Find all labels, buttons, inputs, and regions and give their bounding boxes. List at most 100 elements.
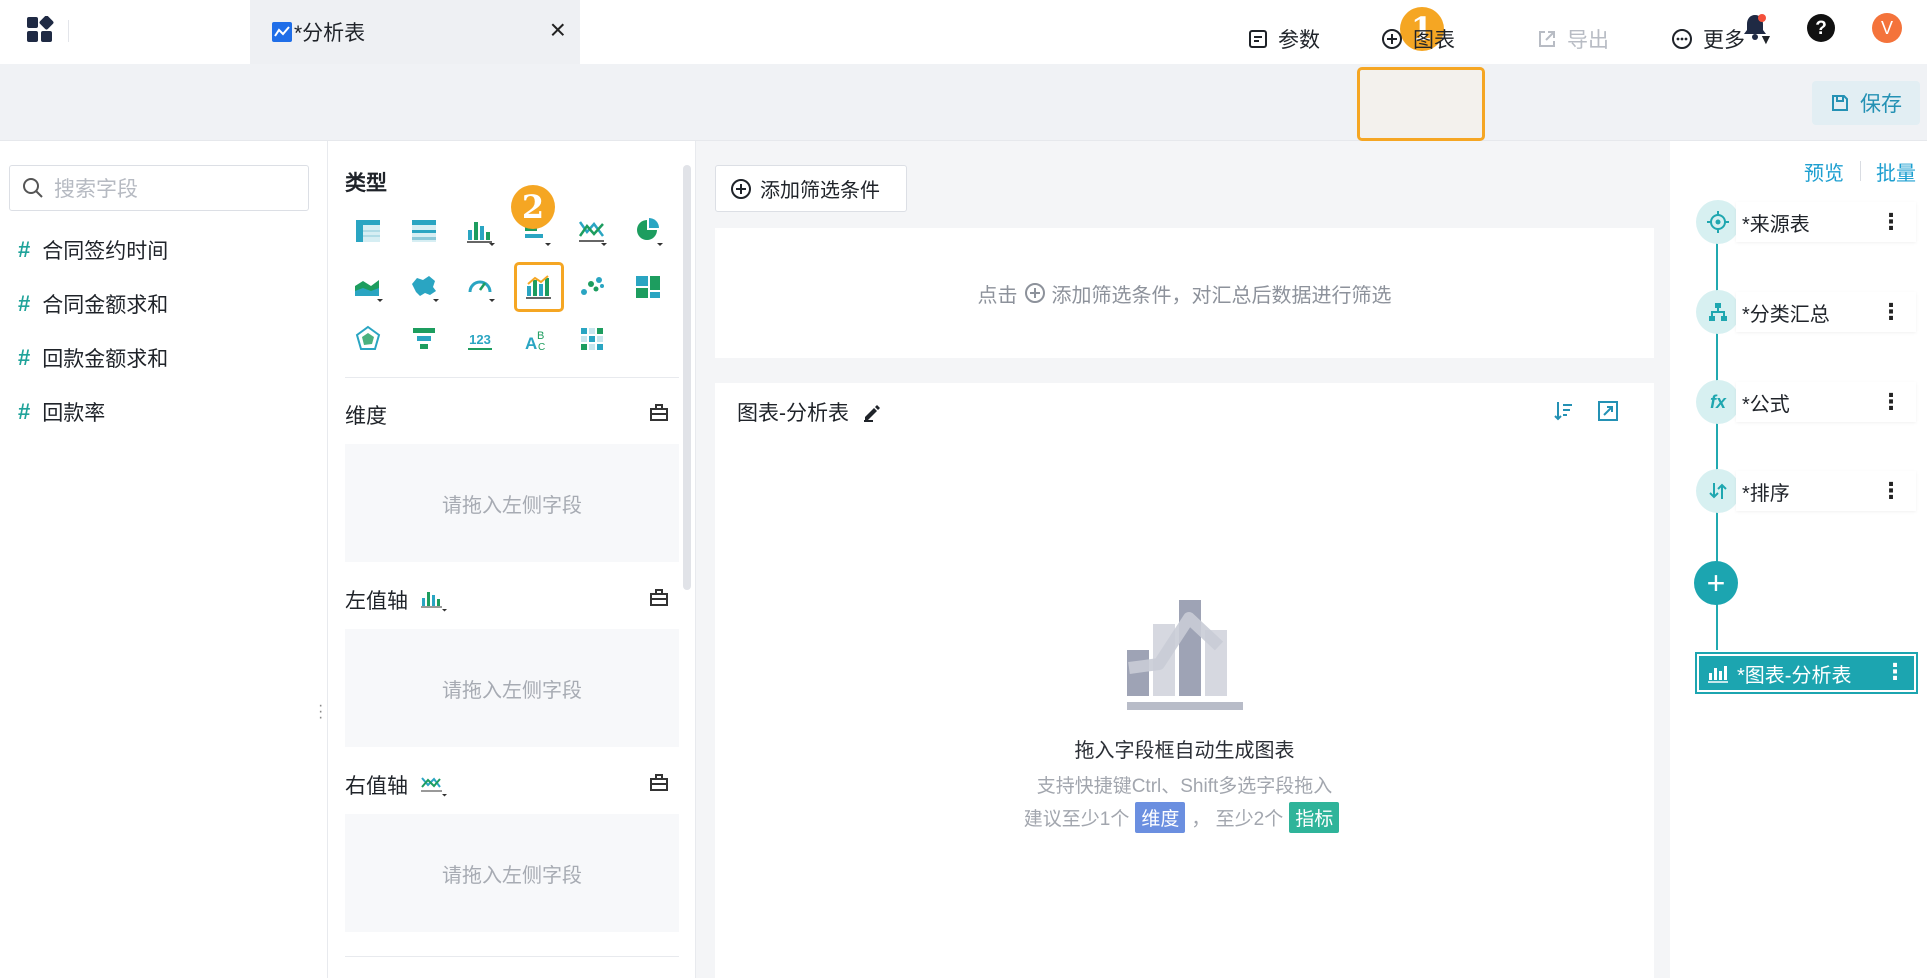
gauge-chart-icon[interactable] xyxy=(460,267,500,307)
params-button[interactable]: 参数 xyxy=(1248,0,1320,77)
suggest-text-b: ， 至少2个 xyxy=(1191,809,1284,830)
edit-icon[interactable] xyxy=(861,401,883,423)
plus-circle-icon xyxy=(730,178,752,200)
more-vertical-icon[interactable]: ⋮ xyxy=(1880,479,1902,503)
chart-button-highlight xyxy=(1357,67,1485,141)
right-axis-dropzone[interactable]: 请拖入左侧字段 xyxy=(345,814,679,932)
more-circle-icon xyxy=(1671,28,1693,50)
step-label: *图表-分析表 xyxy=(1737,664,1852,687)
divider xyxy=(1860,161,1861,181)
step-card[interactable]: *排序 ⋮ xyxy=(1736,471,1916,511)
indicator-card-icon[interactable]: 123 xyxy=(460,319,500,359)
step-sort[interactable]: *排序 ⋮ xyxy=(1696,469,1916,513)
step-panel: 预览 批量 xyxy=(1670,141,1927,978)
chart-button[interactable]: 图表 xyxy=(1381,0,1455,77)
group-table-icon[interactable] xyxy=(404,211,444,251)
step-source-table[interactable]: *来源表 ⋮ xyxy=(1696,200,1916,244)
more-vertical-icon[interactable]: ⋮ xyxy=(1884,660,1906,684)
field-item[interactable]: # 回款金额求和 xyxy=(18,343,168,373)
step-card[interactable]: *分类汇总 ⋮ xyxy=(1736,292,1916,332)
combo-chart-icon[interactable] xyxy=(514,262,564,312)
help-icon[interactable]: ? xyxy=(1806,13,1836,43)
number-field-icon: # xyxy=(18,399,31,424)
more-vertical-icon[interactable]: ⋮ xyxy=(1880,390,1902,414)
line-chart-type-icon[interactable] xyxy=(572,211,612,251)
map-chart-icon[interactable] xyxy=(404,267,444,307)
save-button[interactable]: 保存 xyxy=(1812,81,1920,125)
detail-table-icon[interactable] xyxy=(348,211,388,251)
batch-link[interactable]: 批量 xyxy=(1876,157,1916,186)
resize-handle[interactable]: · · · xyxy=(318,698,323,726)
treemap-chart-icon[interactable] xyxy=(628,267,668,307)
clear-icon[interactable] xyxy=(648,586,670,608)
dimension-dropzone[interactable]: 请拖入左侧字段 xyxy=(345,444,679,562)
column-chart-icon[interactable] xyxy=(460,211,500,251)
word-cloud-icon[interactable]: ABC xyxy=(516,319,556,359)
line-chart-icon xyxy=(272,22,292,42)
chart-label: 图表 xyxy=(1413,28,1455,52)
config-scrollbar[interactable] xyxy=(683,165,691,590)
clear-icon[interactable] xyxy=(648,401,670,423)
toolbar xyxy=(0,64,1927,141)
close-icon[interactable]: × xyxy=(550,16,566,44)
pie-chart-icon[interactable] xyxy=(628,211,668,251)
funnel-chart-icon[interactable] xyxy=(404,319,444,359)
type-title: 类型 xyxy=(345,172,387,195)
heatmap-chart-icon[interactable] xyxy=(572,319,612,359)
chart-title-row: 图表-分析表 xyxy=(737,397,883,427)
step-group-summary[interactable]: *分类汇总 ⋮ xyxy=(1696,290,1916,334)
search-input[interactable]: 搜索字段 xyxy=(9,165,309,211)
divider xyxy=(345,377,679,378)
active-step-card[interactable]: *图表-分析表 xyxy=(1699,656,1914,690)
empty-chart-illustration xyxy=(1123,590,1247,716)
line-chart-small-icon[interactable] xyxy=(420,773,448,797)
step-label: *来源表 xyxy=(1742,213,1810,236)
export-button[interactable]: 导出 xyxy=(1537,0,1609,77)
field-item[interactable]: # 合同签约时间 xyxy=(18,235,168,265)
params-label: 参数 xyxy=(1278,28,1320,52)
add-filter-button[interactable]: 添加筛选条件 xyxy=(715,165,907,212)
step-label: *公式 xyxy=(1742,393,1790,416)
chart-config-panel: 类型 123 ABC 2 维度 请拖入左侧字段 左值轴 请拖入左侧字段 右值轴 … xyxy=(328,141,696,978)
field-item[interactable]: # 回款率 xyxy=(18,397,105,427)
tab-title: *分析表 xyxy=(294,22,366,45)
divider xyxy=(68,20,69,42)
divider xyxy=(345,956,679,957)
field-item[interactable]: # 合同金额求和 xyxy=(18,289,168,319)
add-step-button[interactable]: + xyxy=(1694,561,1738,605)
svg-text:C: C xyxy=(538,342,545,353)
step-chart-analysis[interactable]: *图表-分析表 ⋮ xyxy=(1695,652,1918,694)
svg-text:B: B xyxy=(537,330,544,342)
dimension-title: 维度 xyxy=(345,405,387,428)
expand-icon[interactable] xyxy=(1596,399,1620,423)
app-grid-icon[interactable] xyxy=(26,15,54,44)
number-field-icon: # xyxy=(18,345,31,370)
column-chart-small-icon[interactable] xyxy=(420,588,448,612)
save-label: 保存 xyxy=(1860,93,1902,116)
user-avatar[interactable]: V xyxy=(1872,13,1902,43)
right-axis-title: 右值轴 xyxy=(345,775,408,798)
more-vertical-icon[interactable]: ⋮ xyxy=(1880,300,1902,324)
left-axis-dropzone[interactable]: 请拖入左侧字段 xyxy=(345,629,679,747)
drop-hint: 请拖入左侧字段 xyxy=(442,494,582,517)
tab-analysis[interactable]: *分析表 × xyxy=(250,0,580,64)
preview-link[interactable]: 预览 xyxy=(1804,157,1844,186)
field-label: 回款率 xyxy=(42,402,106,425)
more-vertical-icon[interactable]: ⋮ xyxy=(1880,210,1902,234)
step-card[interactable]: *来源表 ⋮ xyxy=(1736,202,1916,242)
scatter-chart-icon[interactable] xyxy=(572,267,612,307)
more-label: 更多 xyxy=(1703,28,1745,52)
more-button[interactable]: 更多 ▼ xyxy=(1671,0,1773,77)
chart-card: 图表-分析表 拖入字段框自动生成图表 支持快捷键Ctrl、Shift多选字段拖入… xyxy=(715,383,1654,978)
sort-icon[interactable] xyxy=(1552,399,1576,423)
radar-chart-icon[interactable] xyxy=(348,319,388,359)
plus-circle-icon xyxy=(1381,28,1403,50)
step-card[interactable]: *公式 ⋮ xyxy=(1736,382,1916,422)
step-label: *分类汇总 xyxy=(1742,303,1830,326)
field-label: 合同签约时间 xyxy=(42,240,169,263)
empty-suggestion: 建议至少1个 维度， 至少2个 指标 xyxy=(715,802,1654,833)
clear-icon[interactable] xyxy=(648,771,670,793)
caret-down-icon: ▼ xyxy=(1759,30,1773,47)
step-formula[interactable]: fx *公式 ⋮ xyxy=(1696,380,1916,424)
